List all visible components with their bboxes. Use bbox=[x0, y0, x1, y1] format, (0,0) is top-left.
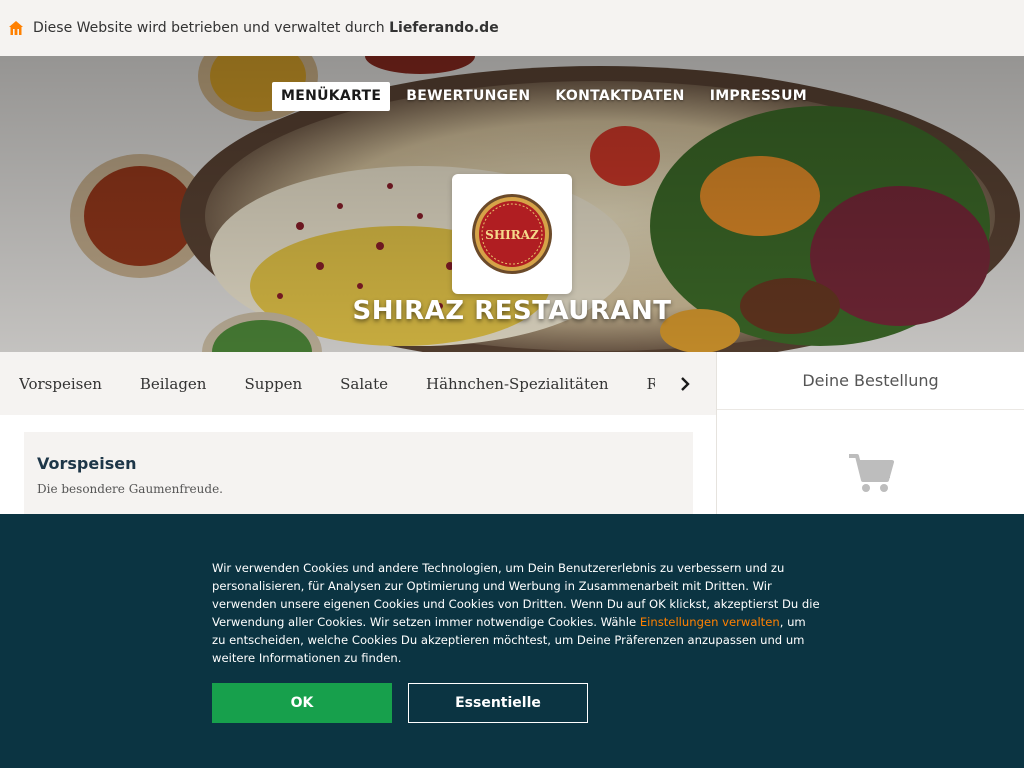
order-panel: Deine Bestellung bbox=[716, 352, 1024, 514]
nav-impressum[interactable]: IMPRESSUM bbox=[701, 82, 816, 111]
hero-banner: MENÜKARTE BEWERTUNGEN KONTAKTDATEN IMPRE… bbox=[0, 56, 1024, 352]
category-vorspeisen[interactable]: Vorspeisen bbox=[19, 375, 102, 393]
operator-notice-prefix: Diese Website wird betrieben und verwalt… bbox=[33, 20, 390, 36]
operator-notice-brand[interactable]: Lieferando.de bbox=[389, 20, 499, 36]
category-beilagen[interactable]: Beilagen bbox=[140, 375, 207, 393]
cookie-banner: Wir verwenden Cookies und andere Technol… bbox=[0, 514, 1024, 768]
restaurant-logo: SHIRAZ bbox=[452, 174, 572, 294]
category-suppen[interactable]: Suppen bbox=[244, 375, 302, 393]
section-title: Vorspeisen bbox=[37, 454, 137, 473]
shopping-cart-icon bbox=[849, 454, 894, 492]
main-nav: MENÜKARTE BEWERTUNGEN KONTAKTDATEN IMPRE… bbox=[272, 82, 823, 111]
chevron-right-icon[interactable] bbox=[676, 374, 694, 394]
restaurant-name: SHIRAZ RESTAURANT bbox=[352, 296, 672, 326]
cookie-settings-link[interactable]: Einstellungen verwalten bbox=[640, 615, 780, 629]
category-haehnchen[interactable]: Hähnchen-Spezialitäten bbox=[426, 375, 609, 393]
order-title: Deine Bestellung bbox=[717, 352, 1024, 410]
cookie-text: Wir verwenden Cookies und andere Technol… bbox=[212, 559, 822, 667]
house-icon bbox=[9, 21, 23, 35]
nav-menukarte[interactable]: MENÜKARTE bbox=[272, 82, 391, 111]
nav-bewertungen[interactable]: BEWERTUNGEN bbox=[397, 82, 539, 111]
section-subtitle: Die besondere Gaumenfreude. bbox=[37, 482, 223, 496]
operator-notice: Diese Website wird betrieben und verwalt… bbox=[33, 20, 499, 36]
logo-text: SHIRAZ bbox=[485, 228, 539, 242]
category-rindfleisch[interactable]: Rindfleisch bbox=[647, 375, 655, 393]
category-nav: Vorspeisen Beilagen Suppen Salate Hähnch… bbox=[0, 352, 716, 415]
nav-kontaktdaten[interactable]: KONTAKTDATEN bbox=[546, 82, 693, 111]
operator-notice-bar: Diese Website wird betrieben und verwalt… bbox=[0, 0, 1024, 56]
menu-content: Vorspeisen Die besondere Gaumenfreude. bbox=[0, 415, 716, 522]
shiraz-logo-emblem: SHIRAZ bbox=[472, 194, 552, 274]
cookie-ok-button[interactable]: OK bbox=[212, 683, 392, 723]
menu-section-header: Vorspeisen Die besondere Gaumenfreude. bbox=[24, 432, 693, 522]
category-salate[interactable]: Salate bbox=[340, 375, 388, 393]
cookie-essential-button[interactable]: Essentielle bbox=[408, 683, 588, 723]
